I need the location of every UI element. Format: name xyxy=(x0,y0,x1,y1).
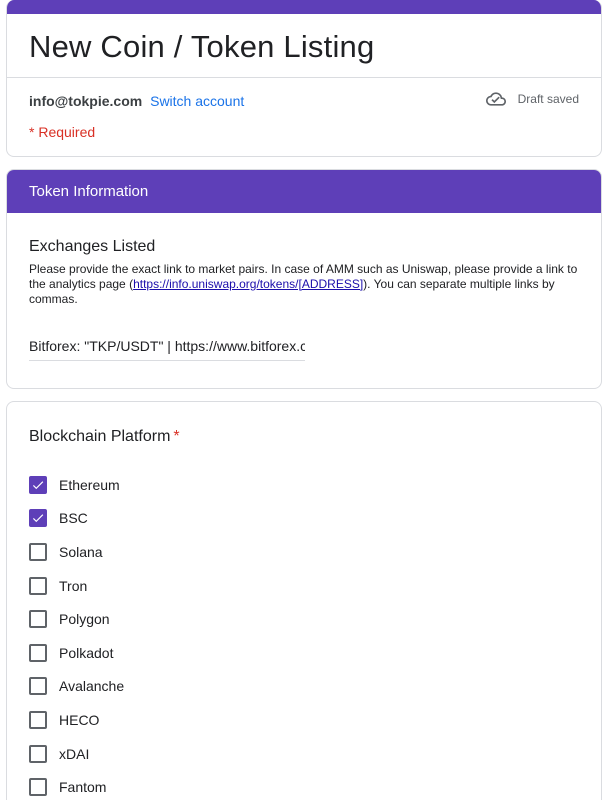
question-description: Please provide the exact link to market … xyxy=(29,262,579,307)
checkbox[interactable] xyxy=(29,576,47,595)
checkbox[interactable] xyxy=(29,677,47,696)
option-label: Polkadot xyxy=(59,644,114,661)
option-label: HECO xyxy=(59,711,100,728)
checkbox[interactable] xyxy=(29,542,47,561)
option-label: Ethereum xyxy=(59,476,120,493)
option-label: Polygon xyxy=(59,611,110,628)
option-label: BSC xyxy=(59,510,88,527)
option-avalanche[interactable]: Avalanche xyxy=(29,670,124,704)
checkbox-group: Ethereum BSC Solana Tron Polygon Polkadot Aval… xyxy=(29,468,124,800)
required-note: * Required xyxy=(29,124,96,140)
option-polygon[interactable]: Polygon xyxy=(29,602,124,636)
option-ethereum[interactable]: Ethereum xyxy=(29,468,124,502)
platform-question-card: Blockchain Platform * Ethereum BSC Solana Tr… xyxy=(6,401,602,800)
section-card: Token Information Exchanges Listed Pleas… xyxy=(6,169,602,389)
option-bsc[interactable]: BSC xyxy=(29,502,124,536)
checkbox[interactable] xyxy=(29,610,47,629)
form-header-card: New Coin / Token Listing info@tokpie.com… xyxy=(6,0,602,157)
checkbox[interactable] xyxy=(29,778,47,797)
option-label: Avalanche xyxy=(59,678,125,695)
checkbox[interactable] xyxy=(29,710,47,729)
question-title: Blockchain Platform * xyxy=(29,428,180,446)
option-fantom[interactable]: Fantom xyxy=(29,770,124,800)
account-email: info@tokpie.com xyxy=(29,93,143,109)
option-label: Solana xyxy=(59,543,103,560)
platform-title-text: Blockchain Platform xyxy=(29,428,171,445)
option-xdai[interactable]: xDAI xyxy=(29,737,124,771)
question-title: Exchanges Listed xyxy=(29,238,156,255)
checkbox[interactable] xyxy=(29,475,47,494)
checkbox[interactable] xyxy=(29,643,47,662)
checkbox[interactable] xyxy=(29,509,47,528)
option-label: xDAI xyxy=(59,745,90,762)
cloud-done-icon xyxy=(485,92,506,106)
option-polkadot[interactable]: Polkadot xyxy=(29,636,124,670)
section-header: Token Information xyxy=(7,170,601,213)
exchanges-answer-input[interactable] xyxy=(29,335,305,361)
checkbox[interactable] xyxy=(29,744,47,763)
option-label: Fantom xyxy=(59,779,107,796)
option-heco[interactable]: HECO xyxy=(29,703,124,737)
check-icon xyxy=(32,481,44,489)
switch-account-link[interactable]: Switch account xyxy=(150,93,244,109)
required-asterisk: * xyxy=(173,428,180,445)
option-label: Tron xyxy=(59,577,88,594)
option-tron[interactable]: Tron xyxy=(29,569,124,603)
accent-bar xyxy=(7,0,601,14)
check-icon xyxy=(32,514,44,523)
draft-status: Draft saved xyxy=(485,91,579,107)
account-row: info@tokpie.com Switch account xyxy=(29,93,244,109)
form-title: New Coin / Token Listing xyxy=(29,29,375,64)
option-solana[interactable]: Solana xyxy=(29,535,124,569)
draft-status-label: Draft saved xyxy=(517,92,579,106)
divider xyxy=(7,77,601,78)
uniswap-link[interactable]: https://info.uniswap.org/tokens/[ADDRESS… xyxy=(133,277,363,291)
